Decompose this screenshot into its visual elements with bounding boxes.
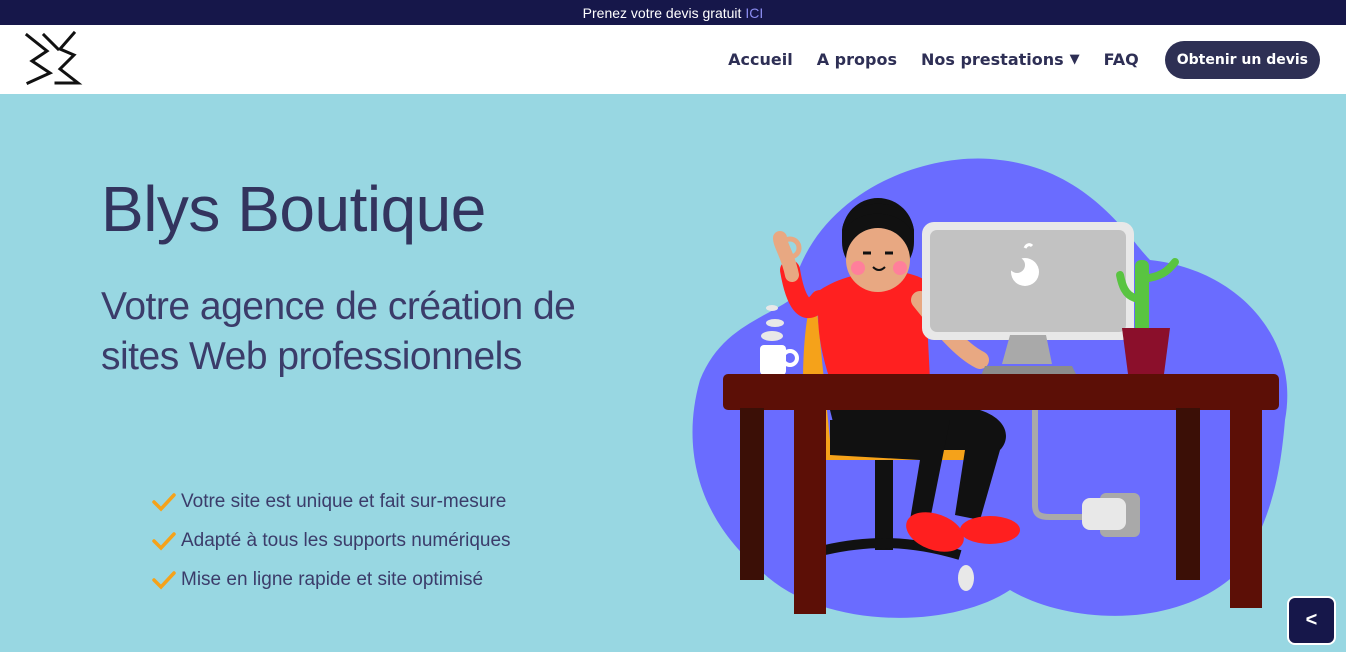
page-title: Blys Boutique [101,173,486,245]
back-button[interactable]: < [1287,596,1336,645]
site-header: Accueil A propos Nos prestations ▼ FAQ O… [0,25,1346,94]
brand-logo-icon[interactable] [22,29,84,87]
check-icon [152,492,176,512]
person-at-desk-illustration-icon [692,158,1288,618]
main-nav: Accueil A propos Nos prestations ▼ FAQ O… [704,40,1320,79]
announcement-text: Prenez votre devis gratuit [582,4,742,21]
list-item: Votre site est unique et fait sur-mesure [152,482,511,521]
nav-a-propos[interactable]: A propos [817,50,897,69]
announcement-link[interactable]: ICI [745,5,763,21]
page-subtitle: Votre agence de création de sites Web pr… [101,285,576,378]
nav-accueil[interactable]: Accueil [728,50,793,69]
nav-faq[interactable]: FAQ [1104,50,1139,69]
get-quote-button[interactable]: Obtenir un devis [1164,40,1320,79]
announcement-bar: Prenez votre devis gratuit ICI [0,0,1346,25]
check-icon [152,570,176,590]
nav-nos-prestations[interactable]: Nos prestations ▼ [921,50,1080,69]
feature-list: Votre site est unique et fait sur-mesure… [152,482,511,599]
list-item: Adapté à tous les supports numériques [152,521,511,560]
chevron-down-icon: ▼ [1069,52,1080,67]
check-icon [152,531,176,551]
list-item: Mise en ligne rapide et site optimisé [152,560,511,599]
